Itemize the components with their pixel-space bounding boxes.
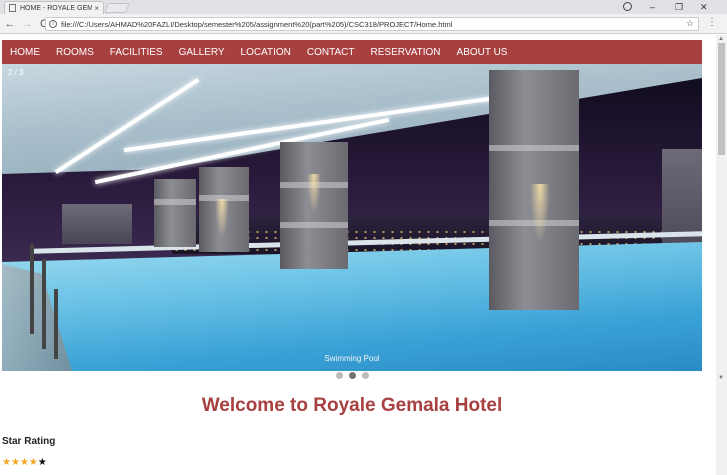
nav-rooms[interactable]: ROOMS — [48, 47, 102, 58]
profile-icon[interactable] — [623, 2, 632, 11]
slideshow-image[interactable]: 2 / 3 Swimming Pool — [2, 64, 702, 371]
scroll-thumb[interactable] — [718, 43, 725, 155]
nav-home[interactable]: HOME — [2, 47, 48, 58]
nav-location[interactable]: LOCATION — [233, 47, 299, 58]
slide-dot-3[interactable] — [361, 372, 369, 379]
new-tab-button[interactable] — [104, 3, 130, 13]
info-icon[interactable]: i — [49, 20, 57, 28]
star-rating-title: Star Rating — [2, 436, 56, 447]
browser-menu-icon[interactable]: ⋮ — [707, 17, 717, 28]
scroll-up-arrow-icon[interactable]: ▲ — [718, 36, 724, 42]
swimming-pool — [2, 242, 702, 371]
page-viewport: HOME ROOMS FACILITIES GALLERY LOCATION C… — [0, 35, 716, 475]
slide-counter: 2 / 3 — [8, 68, 24, 77]
slide-dots — [0, 372, 704, 379]
page-scrollbar[interactable]: ▲ ▼ — [716, 35, 727, 475]
browser-toolbar: ← → C i file:///C:/Users/AHMAD%20FAZLI/D… — [0, 14, 727, 34]
close-window-button[interactable]: ✕ — [700, 0, 708, 14]
address-bar[interactable]: i file:///C:/Users/AHMAD%20FAZLI/Desktop… — [45, 17, 699, 31]
star-icon: ★ — [28, 457, 38, 468]
scroll-down-arrow-icon[interactable]: ▼ — [718, 375, 724, 381]
star-icon: ★ — [19, 457, 29, 468]
star-icon: ★ — [2, 457, 11, 468]
nav-reservation[interactable]: RESERVATION — [363, 47, 449, 58]
forward-button[interactable]: → — [20, 18, 34, 30]
star-icon: ★ — [37, 457, 47, 468]
slide-caption: Swimming Pool — [324, 354, 380, 363]
slide-dot-2[interactable] — [348, 372, 356, 379]
tab-strip: HOME - ROYALE GEMALA × – ❐ ✕ — [0, 0, 727, 14]
star-icon: ★ — [10, 457, 20, 468]
browser-tab[interactable]: HOME - ROYALE GEMALA × — [4, 1, 104, 14]
nav-gallery[interactable]: GALLERY — [171, 47, 233, 58]
tab-close-icon[interactable]: × — [94, 4, 99, 13]
back-button[interactable]: ← — [3, 18, 17, 30]
nav-about-us[interactable]: ABOUT US — [449, 47, 516, 58]
welcome-heading: Welcome to Royale Gemala Hotel — [201, 395, 503, 416]
main-nav: HOME ROOMS FACILITIES GALLERY LOCATION C… — [2, 40, 702, 64]
tab-title: HOME - ROYALE GEMALA — [20, 4, 93, 12]
minimize-button[interactable]: – — [650, 0, 655, 14]
nav-contact[interactable]: CONTACT — [299, 47, 363, 58]
page-icon — [9, 4, 16, 12]
slide-dot-1[interactable] — [335, 372, 343, 379]
star-rating: ★★★★★ — [2, 457, 47, 468]
url-text: file:///C:/Users/AHMAD%20FAZLI/Desktop/s… — [61, 19, 453, 29]
restore-button[interactable]: ❐ — [675, 0, 683, 14]
bookmark-star-icon[interactable]: ☆ — [686, 18, 694, 29]
nav-facilities[interactable]: FACILITIES — [102, 47, 171, 58]
